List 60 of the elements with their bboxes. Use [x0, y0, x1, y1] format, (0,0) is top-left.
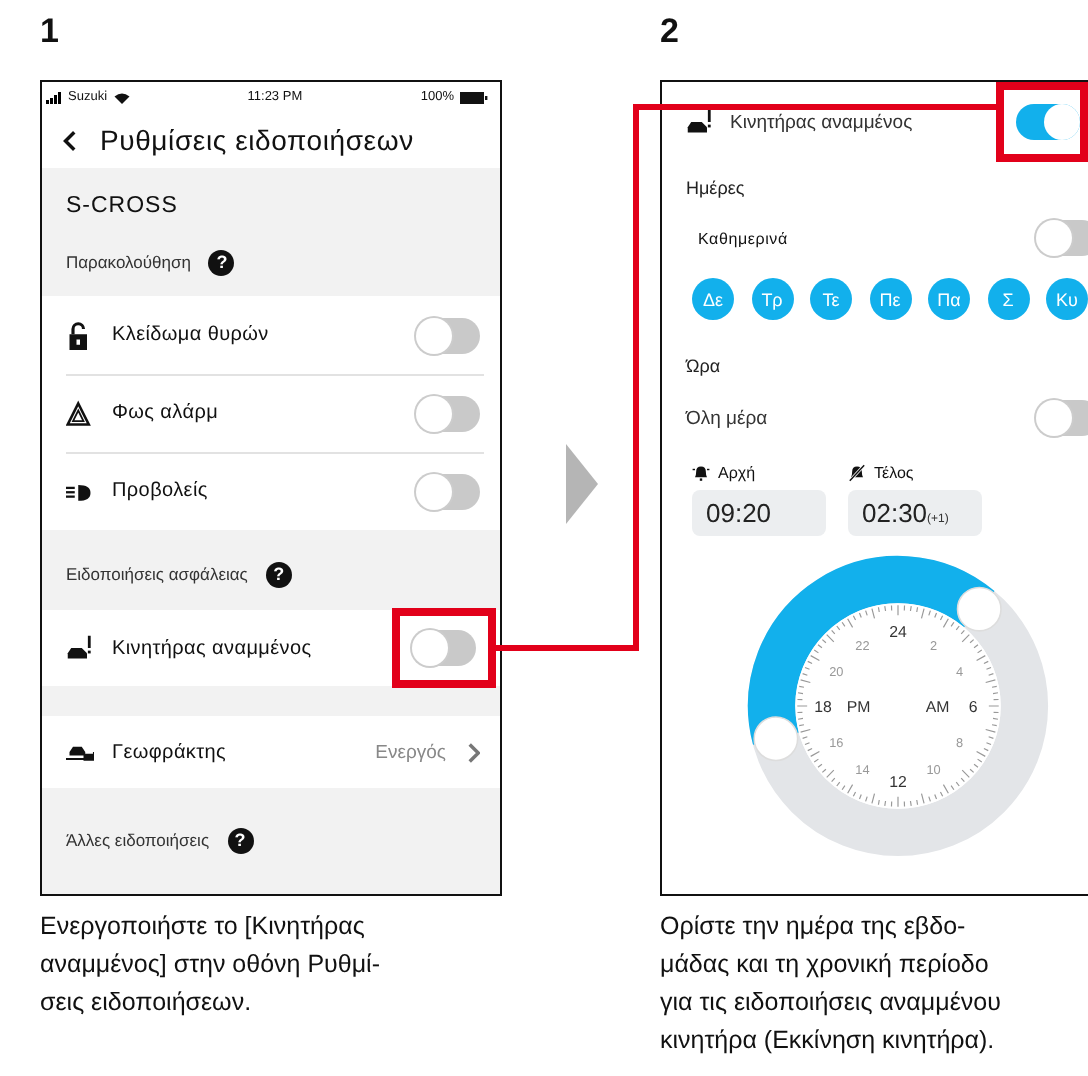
hazard-icon	[66, 399, 94, 427]
dial-hour: 24	[889, 622, 907, 641]
day-chip[interactable]: Σ	[987, 278, 1029, 320]
toggle-switch[interactable]	[1016, 104, 1080, 140]
day-chip[interactable]: Τρ	[751, 278, 793, 320]
bell-icon	[692, 464, 710, 482]
setting-label: Γεωφράκτης	[112, 741, 229, 763]
step-number: 1	[40, 12, 59, 52]
range-handle[interactable]	[753, 716, 799, 762]
time-label: Αρχή	[718, 464, 756, 482]
toggle-switch[interactable]	[1036, 220, 1088, 256]
settings-link-row[interactable]: Γεωφράκτης Ενεργός	[42, 716, 500, 788]
day-chip[interactable]: Δε	[692, 278, 734, 320]
day-chip[interactable]: Κυ	[1046, 278, 1088, 320]
group-label: Ημέρες	[684, 178, 747, 198]
setting-label: Κινητήρας αναμμένος	[112, 637, 314, 659]
caption-text: Ορίστε την ημέρα της εβδο- μάδας και τη χρονική περίοδο για τις ειδοποιήσεις αναμμένου κινητήρα (Εκκίνηση κινητήρα).	[660, 910, 1001, 1058]
setting-label: Καθημερινά	[698, 229, 788, 247]
toggle-switch[interactable]	[416, 473, 480, 509]
toggle-switch[interactable]	[416, 395, 480, 431]
toggle-switch[interactable]	[412, 630, 476, 666]
range-handle[interactable]	[956, 586, 1002, 632]
signal-icon	[46, 91, 62, 103]
car-alert-icon	[686, 108, 714, 136]
chevron-right-icon	[468, 741, 480, 763]
step-number: 2	[660, 12, 679, 52]
vehicle-name: S-CROSS	[66, 194, 178, 218]
help-icon[interactable]: ?	[227, 827, 254, 853]
caption-text: Ενεργοποιήστε το [Κινητήρας αναμμένος] στην οθόνη Ρυθμί- σεις ειδοποιήσεων.	[40, 910, 380, 1020]
bell-slash-icon	[848, 464, 866, 482]
battery-icon	[459, 91, 488, 103]
chevron-icon	[565, 444, 597, 524]
period-label: PM	[846, 697, 871, 716]
day-chip[interactable]: Πα	[928, 278, 970, 320]
screen-title: Ρυθμίσεις ειδοποιήσεων	[100, 124, 414, 156]
dial-hour: 18	[814, 697, 832, 716]
time-field[interactable]: 09:20	[692, 490, 826, 536]
setting-value: Ενεργός	[375, 741, 446, 763]
help-icon[interactable]: ?	[265, 561, 292, 587]
time-label: Τέλος	[874, 464, 914, 482]
car-alert-icon	[66, 634, 94, 662]
day-chip[interactable]: Τε	[810, 278, 852, 320]
wifi-icon	[113, 91, 130, 103]
section-label: Παρακολούθηση	[66, 252, 191, 272]
setting-label: Κλείδωμα θυρών	[112, 324, 271, 346]
dial-hour: 6	[968, 697, 978, 716]
toggle-switch[interactable]	[416, 317, 480, 353]
section-label: Ειδοποιήσεις ασφάλειας	[66, 564, 248, 584]
setting-label: Προβολείς	[112, 480, 210, 502]
section-label: Άλλες ειδοποιήσεις	[66, 830, 210, 850]
dial-hour: 12	[889, 773, 907, 791]
setting-label: Όλη μέρα	[686, 407, 768, 429]
setting-label: Φως αλάρμ	[112, 402, 221, 424]
toggle-switch[interactable]	[1036, 400, 1088, 436]
back-icon[interactable]	[62, 129, 76, 151]
day-chip[interactable]: Πε	[869, 278, 911, 320]
group-label: Ώρα	[683, 356, 723, 376]
period-label: AM	[925, 697, 950, 716]
setting-label: Κινητήρας αναμμένος	[730, 111, 913, 133]
help-icon[interactable]: ?	[208, 249, 235, 275]
